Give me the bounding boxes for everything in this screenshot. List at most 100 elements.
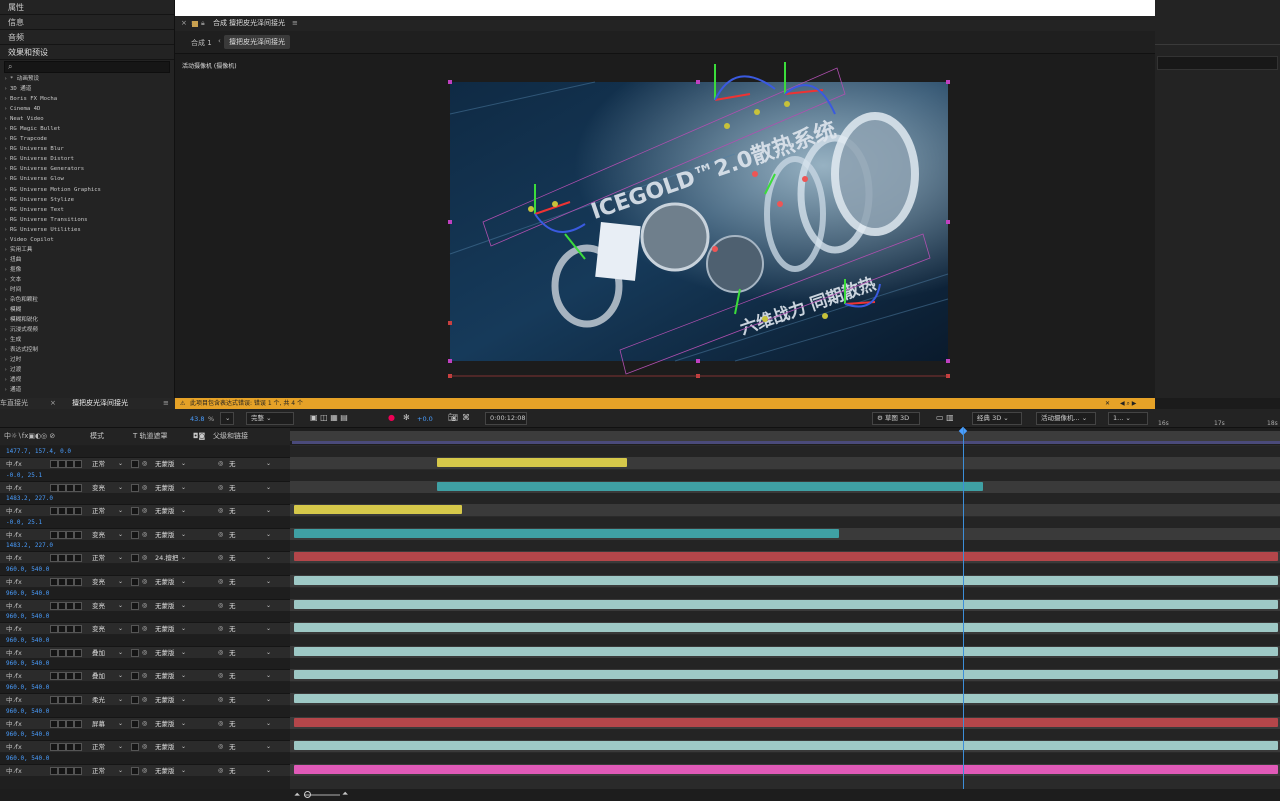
effect-category-item[interactable]: › RG Universe Glow: [0, 174, 174, 184]
layer-switch-checkbox[interactable]: [50, 578, 58, 586]
layer-position-value[interactable]: -0.0, 25.1: [0, 472, 42, 479]
matte-link-icon[interactable]: ◎: [142, 624, 147, 634]
parent-dropdown[interactable]: 无: [229, 695, 236, 705]
track-matte-checkbox[interactable]: [131, 743, 139, 752]
blend-mode-dropdown[interactable]: 变亮: [92, 530, 105, 540]
chevron-down-icon[interactable]: ⌄: [118, 719, 123, 729]
layer-switch-checkbox[interactable]: [74, 601, 82, 610]
layer-switch-checkbox[interactable]: [58, 554, 66, 563]
layer-switch-checkbox[interactable]: [66, 648, 74, 657]
layer-track[interactable]: [290, 504, 1280, 517]
layer-row[interactable]: 中 ⁄fx 正常 ⌄ ◎ 无蒙版 ⌄ ◎ 无 ⌄: [0, 763, 290, 776]
effect-category-item[interactable]: › 3D 通道: [0, 84, 174, 94]
layer-duration-bar[interactable]: [436, 481, 983, 491]
layer-switch-checkbox[interactable]: [66, 601, 74, 610]
layer-duration-bar[interactable]: [293, 694, 1278, 703]
comp-header-name[interactable]: 擅把皮光泽间接光: [229, 16, 285, 31]
chevron-down-icon[interactable]: ⌄: [181, 719, 186, 729]
layer-switch-checkbox[interactable]: [50, 719, 58, 728]
parent-dropdown[interactable]: 无: [229, 671, 236, 681]
chevron-down-icon[interactable]: ⌄: [181, 648, 186, 658]
parent-dropdown[interactable]: 无: [229, 553, 236, 563]
col-mode[interactable]: 模式: [90, 428, 104, 445]
parent-dropdown[interactable]: 无: [229, 530, 236, 540]
layer-switch-checkbox[interactable]: [50, 460, 58, 468]
layer-row[interactable]: 中 ⁄fx 正常 ⌄ ◎ 无蒙版 ⌄ ◎ 无 ⌄: [0, 504, 290, 517]
track-area[interactable]: [290, 445, 1280, 789]
chevron-down-icon[interactable]: ⌄: [266, 695, 271, 705]
resolution-dropdown[interactable]: 完整 ⌄: [246, 412, 294, 425]
pick-whip-icon[interactable]: ◎: [218, 601, 223, 611]
chevron-down-icon[interactable]: ⌄: [118, 553, 123, 563]
breadcrumb-root[interactable]: 合成 1: [191, 38, 212, 48]
layer-switch-checkbox[interactable]: [74, 554, 82, 563]
matte-link-icon[interactable]: ◎: [142, 766, 147, 776]
layer-switch-checkbox[interactable]: [74, 507, 82, 516]
blend-mode-dropdown[interactable]: 变亮: [92, 624, 105, 634]
chevron-down-icon[interactable]: ⌄: [181, 695, 186, 705]
layer-position-value[interactable]: 960.0, 540.0: [0, 684, 49, 691]
matte-link-icon[interactable]: ◎: [142, 577, 147, 587]
effect-category-item[interactable]: › RG Universe Transitions: [0, 215, 174, 225]
chevron-down-icon[interactable]: ⌄: [181, 530, 186, 540]
track-matte-dropdown[interactable]: 24.擅把: [155, 553, 178, 563]
matte-link-icon[interactable]: ◎: [142, 648, 147, 658]
layer-position-value[interactable]: 960.0, 540.0: [0, 590, 49, 597]
pick-whip-icon[interactable]: ◎: [218, 742, 223, 752]
blend-mode-dropdown[interactable]: 柔光: [92, 695, 105, 705]
info-tab[interactable]: 信息: [0, 15, 174, 30]
comp-menu-icon[interactable]: ≡: [292, 16, 298, 31]
track-matte-dropdown[interactable]: 无蒙版: [155, 459, 175, 469]
layer-switches[interactable]: 中 ⁄fx: [6, 506, 22, 516]
chevron-down-icon[interactable]: ⌄: [266, 506, 271, 516]
color-icon[interactable]: ●: [388, 413, 395, 422]
layer-switch-checkbox[interactable]: [58, 672, 66, 681]
work-area-bar[interactable]: [292, 441, 1280, 444]
track-matte-dropdown[interactable]: 无蒙版: [155, 719, 175, 729]
layer-row[interactable]: 中 ⁄fx 变亮 ⌄ ◎ 无蒙版 ⌄ ◎ 无 ⌄: [0, 622, 290, 635]
chevron-down-icon[interactable]: ⌄: [181, 506, 186, 516]
layer-duration-bar[interactable]: [293, 764, 1278, 774]
layer-duration-bar[interactable]: [293, 599, 1278, 609]
effect-category-item[interactable]: › 模糊和锐化: [0, 315, 174, 325]
chevron-down-icon[interactable]: ⌄: [181, 742, 186, 752]
parent-dropdown[interactable]: 无: [229, 766, 236, 776]
parent-dropdown[interactable]: 无: [229, 624, 236, 634]
layer-duration-bar[interactable]: [293, 623, 1278, 633]
effect-category-item[interactable]: › RG Universe Blur: [0, 144, 174, 154]
layer-switch-checkbox[interactable]: [74, 719, 82, 728]
layer-track[interactable]: [290, 551, 1280, 564]
time-ruler[interactable]: 16s 17s 18s: [290, 420, 1280, 445]
layer-switch-checkbox[interactable]: [50, 648, 58, 657]
layer-switches[interactable]: 中 ⁄fx: [6, 742, 22, 752]
track-matte-checkbox[interactable]: [131, 554, 139, 563]
effect-category-item[interactable]: › Neat Video: [0, 114, 174, 124]
chevron-down-icon[interactable]: ⌄: [118, 624, 123, 634]
layer-position-value[interactable]: 960.0, 540.0: [0, 708, 49, 715]
effect-category-item[interactable]: › 表达式控制: [0, 345, 174, 355]
layer-duration-bar[interactable]: [293, 741, 1278, 751]
track-matte-checkbox[interactable]: [131, 483, 139, 492]
layer-position-value[interactable]: 1483.2, 227.0: [0, 495, 53, 502]
track-matte-dropdown[interactable]: 无蒙版: [155, 483, 175, 493]
composition-viewer[interactable]: 活动摄像机 (摄像机) ICEGOLD™2.0散热系统 六维战力 同期散热: [175, 54, 1155, 398]
close-warning-icon[interactable]: ✕: [1105, 398, 1110, 409]
layer-duration-bar[interactable]: [293, 505, 463, 515]
timecode-field[interactable]: 0:00:12:08: [485, 412, 527, 425]
matte-link-icon[interactable]: ◎: [142, 530, 147, 540]
effect-category-item[interactable]: › 模糊: [0, 305, 174, 315]
pick-whip-icon[interactable]: ◎: [218, 766, 223, 776]
pick-whip-icon[interactable]: ◎: [218, 695, 223, 705]
zoom-slider-knob[interactable]: [304, 791, 311, 798]
matte-link-icon[interactable]: ◎: [142, 459, 147, 469]
parent-dropdown[interactable]: 无: [229, 459, 236, 469]
layer-switches[interactable]: 中 ⁄fx: [6, 459, 22, 469]
track-matte-checkbox[interactable]: [131, 625, 139, 634]
layer-switch-checkbox[interactable]: [74, 578, 82, 586]
blend-mode-dropdown[interactable]: 正常: [92, 459, 105, 469]
layer-switch-checkbox[interactable]: [50, 743, 58, 752]
layer-switches[interactable]: 中 ⁄fx: [6, 553, 22, 563]
layer-switch-checkbox[interactable]: [58, 460, 66, 468]
chevron-down-icon[interactable]: ⌄: [118, 671, 123, 681]
layer-position-value[interactable]: 960.0, 540.0: [0, 731, 49, 738]
